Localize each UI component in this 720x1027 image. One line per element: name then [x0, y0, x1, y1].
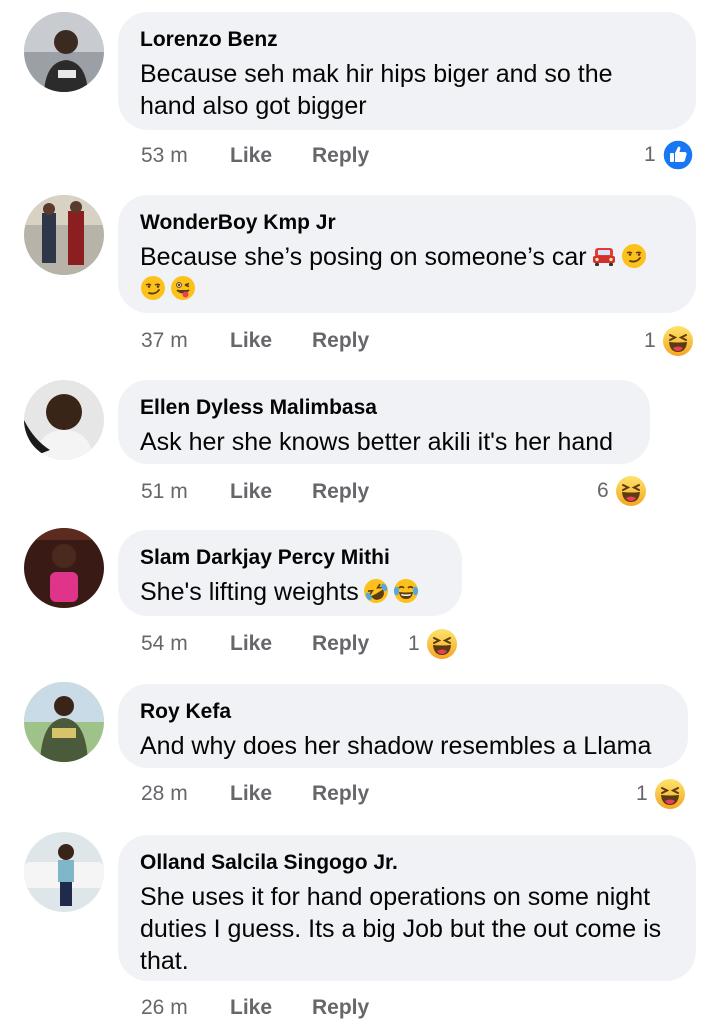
haha-icon	[615, 475, 647, 507]
reaction-count: 1	[636, 782, 648, 805]
tears-of-joy-emoji	[393, 578, 419, 604]
comment-author[interactable]: Slam Darkjay Percy Mithi	[140, 546, 440, 570]
haha-icon	[662, 325, 694, 357]
reaction-summary[interactable]: 1	[636, 777, 686, 811]
winking-tongue-emoji	[170, 275, 196, 301]
reply-button[interactable]: Reply	[312, 144, 369, 168]
comment-text: Ask her she knows better akili it's her …	[140, 428, 614, 456]
haha-icon	[654, 778, 686, 810]
like-button[interactable]: Like	[230, 329, 272, 353]
rofl-emoji	[363, 578, 389, 604]
comment-text: Because seh mak hir hips biger and so th…	[140, 60, 613, 120]
reaction-count: 1	[408, 632, 420, 655]
avatar[interactable]	[24, 682, 104, 762]
avatar[interactable]	[24, 528, 104, 608]
reaction-summary[interactable]: 1	[408, 627, 458, 661]
reply-button[interactable]: Reply	[312, 329, 369, 353]
comment-time[interactable]: 37 m	[141, 329, 188, 353]
avatar[interactable]	[24, 195, 104, 275]
comment-time[interactable]: 28 m	[141, 782, 188, 806]
comment-time[interactable]: 53 m	[141, 144, 188, 168]
avatar[interactable]	[24, 832, 104, 912]
comment-bubble: WonderBoy Kmp Jr Because she’s posing on…	[118, 195, 696, 313]
comment-text: She uses it for hand operations on some …	[140, 883, 662, 975]
reply-button[interactable]: Reply	[312, 782, 369, 806]
comment-time[interactable]: 51 m	[141, 480, 188, 504]
comment-bubble: Ellen Dyless Malimbasa Ask her she knows…	[118, 380, 650, 464]
comment-author[interactable]: Roy Kefa	[140, 700, 666, 724]
comment-bubble: Lorenzo Benz Because seh mak hir hips bi…	[118, 12, 696, 130]
reply-button[interactable]: Reply	[312, 996, 369, 1020]
reaction-count: 6	[597, 479, 609, 502]
avatar[interactable]	[24, 380, 104, 460]
haha-icon	[426, 628, 458, 660]
reaction-summary[interactable]: 1	[644, 324, 694, 358]
comment-time[interactable]: 26 m	[141, 996, 188, 1020]
reaction-count: 1	[644, 329, 656, 352]
like-button[interactable]: Like	[230, 996, 272, 1020]
comment-time[interactable]: 54 m	[141, 632, 188, 656]
smirk-emoji	[621, 243, 647, 269]
reaction-count: 1	[644, 143, 656, 166]
like-button[interactable]: Like	[230, 782, 272, 806]
comment-bubble: Olland Salcila Singogo Jr. She uses it f…	[118, 835, 696, 981]
comment-text: She's lifting weights	[140, 576, 440, 608]
reaction-summary[interactable]: 1	[644, 138, 694, 172]
reaction-summary[interactable]: 6	[597, 474, 647, 508]
comment-author[interactable]: WonderBoy Kmp Jr	[140, 211, 674, 235]
reply-button[interactable]: Reply	[312, 480, 369, 504]
smirk-emoji	[140, 275, 166, 301]
like-button[interactable]: Like	[230, 632, 272, 656]
car-emoji	[591, 243, 617, 269]
like-icon	[662, 139, 694, 171]
comment-text: And why does her shadow resembles a Llam…	[140, 732, 652, 760]
comment-text: Because she’s posing on someone’s car	[140, 241, 674, 305]
reply-button[interactable]: Reply	[312, 632, 369, 656]
like-button[interactable]: Like	[230, 144, 272, 168]
comment-author[interactable]: Lorenzo Benz	[140, 28, 674, 52]
avatar[interactable]	[24, 12, 104, 92]
like-button[interactable]: Like	[230, 480, 272, 504]
comment-bubble: Roy Kefa And why does her shadow resembl…	[118, 684, 688, 768]
comment-author[interactable]: Ellen Dyless Malimbasa	[140, 396, 628, 420]
comment-author[interactable]: Olland Salcila Singogo Jr.	[140, 851, 674, 875]
comment-bubble: Slam Darkjay Percy Mithi She's lifting w…	[118, 530, 462, 616]
